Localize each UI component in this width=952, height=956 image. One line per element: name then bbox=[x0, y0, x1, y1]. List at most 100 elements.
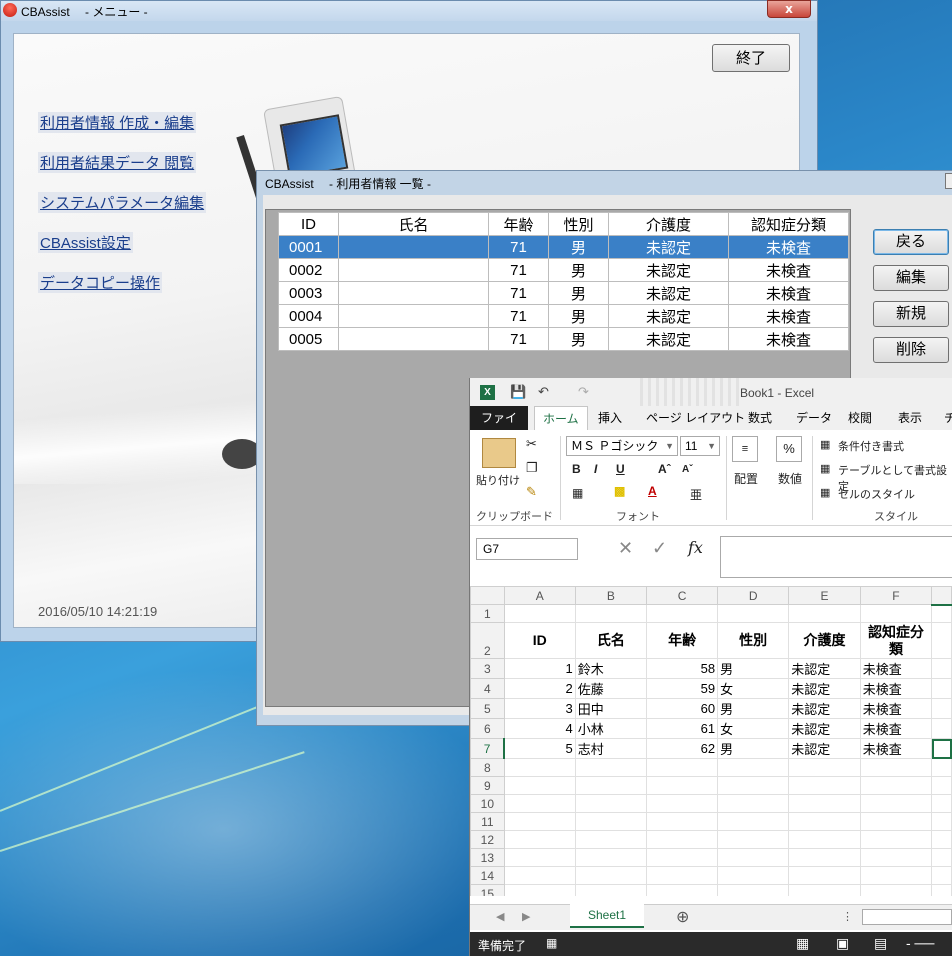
confirm-icon[interactable]: ✓ bbox=[652, 538, 667, 559]
bold-button[interactable]: B bbox=[572, 462, 581, 476]
font-name-select[interactable]: ＭＳ Ｐゴシック ▼ bbox=[566, 436, 678, 456]
number-button[interactable]: 数値 bbox=[778, 470, 802, 487]
cell[interactable]: 58 bbox=[646, 658, 719, 679]
cell[interactable] bbox=[717, 812, 790, 831]
cell[interactable] bbox=[646, 604, 719, 623]
link-user-results[interactable]: 利用者結果データ 閲覧 bbox=[38, 152, 197, 173]
back-button[interactable]: 戻る bbox=[873, 229, 949, 255]
underline-button[interactable]: U bbox=[616, 462, 625, 476]
cell[interactable]: 未認定 bbox=[788, 658, 861, 679]
horizontal-scrollbar[interactable] bbox=[862, 909, 952, 925]
table-row[interactable]: 0002 71 男 未認定 未検査 bbox=[278, 258, 849, 282]
cell[interactable] bbox=[574, 812, 648, 831]
cell[interactable] bbox=[503, 866, 576, 885]
column-header[interactable]: 性別 bbox=[548, 212, 609, 236]
cell[interactable] bbox=[931, 622, 952, 659]
cell[interactable]: 男 bbox=[717, 738, 790, 759]
table-format-icon[interactable]: ▦ bbox=[820, 462, 830, 475]
cell[interactable] bbox=[503, 604, 576, 623]
page-layout-view-icon[interactable]: ▣ bbox=[836, 935, 849, 952]
link-data-copy[interactable]: データコピー操作 bbox=[38, 272, 163, 293]
cell[interactable] bbox=[859, 604, 933, 623]
tab-file[interactable]: ファイル bbox=[470, 406, 528, 449]
cell[interactable] bbox=[931, 812, 952, 831]
redo-icon[interactable]: ↷ bbox=[578, 384, 589, 400]
row-header[interactable]: 1 bbox=[470, 604, 505, 623]
cell[interactable] bbox=[646, 776, 719, 795]
align-button[interactable]: 配置 bbox=[734, 470, 758, 487]
cell[interactable] bbox=[788, 848, 861, 867]
phonetic-icon[interactable]: 亜 bbox=[690, 486, 702, 503]
add-sheet-icon[interactable]: ⊕ bbox=[676, 907, 689, 927]
cell[interactable]: 鈴木 bbox=[574, 658, 648, 679]
cell[interactable] bbox=[859, 884, 933, 896]
name-box[interactable]: G7 bbox=[476, 538, 578, 560]
cell[interactable] bbox=[931, 658, 952, 679]
cell[interactable] bbox=[717, 848, 790, 867]
cut-icon[interactable]: ✂ bbox=[526, 436, 537, 452]
cell[interactable] bbox=[717, 604, 790, 623]
new-button[interactable]: 新規 bbox=[873, 301, 949, 327]
cell-style-icon[interactable]: ▦ bbox=[820, 486, 830, 499]
paste-icon[interactable] bbox=[482, 438, 516, 468]
cell[interactable] bbox=[859, 812, 933, 831]
cell[interactable]: 未認定 bbox=[788, 698, 861, 719]
cell[interactable]: 62 bbox=[646, 738, 719, 759]
conditional-format-button[interactable]: 条件付き書式 bbox=[838, 438, 904, 454]
cell[interactable]: 小林 bbox=[574, 718, 648, 739]
row-header[interactable]: 15 bbox=[470, 884, 505, 896]
cell[interactable] bbox=[788, 866, 861, 885]
scroll-left-icon[interactable]: ◀ bbox=[496, 910, 504, 923]
tab-home[interactable]: ホーム bbox=[534, 406, 588, 430]
cell[interactable] bbox=[931, 604, 952, 623]
cell[interactable] bbox=[859, 776, 933, 795]
cell[interactable] bbox=[931, 718, 952, 739]
cell[interactable]: 未検査 bbox=[859, 658, 933, 679]
link-cbassist-settings[interactable]: CBAssist設定 bbox=[38, 232, 133, 253]
table-row[interactable]: 0004 71 男 未認定 未検査 bbox=[278, 304, 849, 328]
tab-more[interactable]: チ bbox=[936, 406, 952, 430]
cell[interactable] bbox=[931, 794, 952, 813]
cell[interactable] bbox=[788, 830, 861, 849]
cell[interactable] bbox=[859, 848, 933, 867]
formula-input[interactable] bbox=[720, 536, 952, 578]
cell[interactable]: 未検査 bbox=[859, 698, 933, 719]
copy-icon[interactable]: ❐ bbox=[526, 460, 538, 476]
column-header[interactable]: ID bbox=[278, 212, 339, 236]
cell[interactable]: 4 bbox=[503, 718, 576, 739]
column-header[interactable] bbox=[931, 586, 952, 606]
cell[interactable] bbox=[503, 884, 576, 896]
cancel-icon[interactable]: ✕ bbox=[618, 538, 633, 559]
tab-review[interactable]: 校閲 bbox=[840, 406, 880, 430]
cell[interactable] bbox=[646, 830, 719, 849]
cell[interactable] bbox=[574, 884, 648, 896]
cell[interactable]: 未検査 bbox=[859, 678, 933, 699]
more-icon[interactable]: ⋮ bbox=[842, 910, 853, 923]
cell[interactable] bbox=[574, 794, 648, 813]
cell[interactable] bbox=[859, 866, 933, 885]
cell[interactable] bbox=[717, 866, 790, 885]
select-all[interactable] bbox=[470, 586, 505, 605]
table-row[interactable]: 0003 71 男 未認定 未検査 bbox=[278, 281, 849, 305]
column-header[interactable]: C bbox=[646, 586, 719, 605]
column-header[interactable]: A bbox=[503, 586, 576, 605]
cell[interactable] bbox=[859, 830, 933, 849]
link-user-info-edit[interactable]: 利用者情報 作成・編集 bbox=[38, 112, 197, 133]
close-button[interactable]: x bbox=[767, 0, 811, 18]
column-header[interactable]: F bbox=[859, 586, 933, 605]
sheet-tab[interactable]: Sheet1 bbox=[570, 904, 644, 928]
cell[interactable] bbox=[646, 794, 719, 813]
row-header[interactable]: 10 bbox=[470, 794, 505, 813]
row-header[interactable]: 5 bbox=[470, 698, 505, 719]
conditional-format-icon[interactable]: ▦ bbox=[820, 438, 830, 451]
tab-insert[interactable]: 挿入 bbox=[590, 406, 630, 430]
column-header[interactable]: 介護度 bbox=[608, 212, 729, 236]
tab-view[interactable]: 表示 bbox=[890, 406, 930, 430]
tab-formulas[interactable]: 数式 bbox=[740, 406, 780, 430]
cell[interactable]: 田中 bbox=[574, 698, 648, 719]
cell[interactable]: 未認定 bbox=[788, 718, 861, 739]
row-header[interactable]: 3 bbox=[470, 658, 505, 679]
cell[interactable]: 志村 bbox=[574, 738, 648, 759]
row-header[interactable]: 4 bbox=[470, 678, 505, 699]
cell[interactable]: ID bbox=[503, 622, 576, 659]
